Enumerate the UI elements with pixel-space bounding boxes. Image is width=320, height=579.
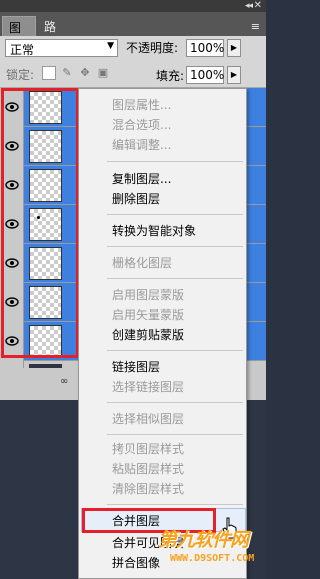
opacity-input[interactable]: 100% bbox=[186, 39, 224, 57]
move-icon[interactable]: ✥ bbox=[78, 66, 92, 80]
link-icon[interactable]: ∞ bbox=[60, 376, 68, 387]
menu-item-edit-adjustment[interactable]: 编辑调整... bbox=[112, 135, 171, 155]
lock-transparency-icon[interactable] bbox=[42, 66, 56, 80]
panel-top-strip: ◂◂ ✕ bbox=[0, 0, 266, 12]
menu-item-layer-properties[interactable]: 图层属性... bbox=[112, 95, 171, 115]
lock-label: 锁定: bbox=[6, 68, 35, 82]
tab-bar: 图层 路径 ≡ bbox=[0, 12, 266, 52]
selected-layers-highlight bbox=[1, 88, 79, 358]
watermark-text: 第九软件网 bbox=[158, 529, 249, 551]
menu-separator bbox=[107, 161, 243, 162]
menu-item-blending-options[interactable]: 混合选项... bbox=[112, 115, 171, 135]
menu-item-delete-layer[interactable]: 删除图层 bbox=[112, 189, 160, 209]
layer-controls: 正常 ▼ 不透明度: 100% ▶ 锁定: ✎ ✥ ▣ 填充: 100% ▶ bbox=[0, 36, 266, 88]
watermark-url: WWW.D9SOFT.COM bbox=[170, 553, 255, 564]
fill-slider-button[interactable]: ▶ bbox=[227, 66, 241, 84]
chevron-down-icon: ▼ bbox=[107, 41, 114, 51]
menu-item-enable-layer-mask[interactable]: 启用图层蒙版 bbox=[112, 285, 184, 305]
opacity-slider-button[interactable]: ▶ bbox=[227, 39, 241, 57]
menu-item-flatten-image[interactable]: 拼合图像 bbox=[112, 553, 160, 573]
menu-item-select-similar-layers[interactable]: 选择相似图层 bbox=[112, 409, 184, 429]
opacity-label: 不透明度: bbox=[126, 41, 179, 55]
menu-lines-icon[interactable]: ≡ bbox=[251, 20, 260, 33]
close-panel-icon[interactable]: ✕ bbox=[254, 0, 262, 11]
menu-separator bbox=[107, 402, 243, 403]
blend-mode-select[interactable]: 正常 ▼ bbox=[5, 39, 118, 57]
fill-input[interactable]: 100% bbox=[186, 66, 224, 84]
menu-item-paste-layer-style[interactable]: 粘贴图层样式 bbox=[112, 459, 184, 479]
context-menu: 图层属性... 混合选项... 编辑调整... 复制图层... 删除图层 转换为… bbox=[78, 88, 247, 579]
menu-item-convert-smart-object[interactable]: 转换为智能对象 bbox=[112, 221, 196, 241]
menu-item-clear-layer-style[interactable]: 清除图层样式 bbox=[112, 479, 184, 499]
menu-separator bbox=[107, 214, 243, 215]
tab-paths[interactable]: 路径 bbox=[38, 16, 72, 51]
menu-item-duplicate-layer[interactable]: 复制图层... bbox=[112, 169, 171, 189]
menu-item-enable-vector-mask[interactable]: 启用矢量蒙版 bbox=[112, 305, 184, 325]
menu-separator bbox=[107, 434, 243, 435]
watermark-logo: 第九软件网 WWW.D9SOFT.COM bbox=[158, 525, 264, 575]
blend-mode-value: 正常 bbox=[10, 43, 35, 57]
menu-separator bbox=[107, 246, 243, 247]
menu-item-select-linked-layers[interactable]: 选择链接图层 bbox=[112, 377, 184, 397]
layers-panel: ◂◂ ✕ 图层 路径 ≡ 正常 ▼ 不透明度: 100% ▶ 锁定: ✎ ✥ ▣… bbox=[0, 0, 266, 579]
menu-separator bbox=[107, 278, 243, 279]
menu-item-link-layers[interactable]: 链接图层 bbox=[112, 357, 160, 377]
brush-icon[interactable]: ✎ bbox=[60, 66, 74, 80]
lock-icon[interactable]: ▣ bbox=[96, 66, 110, 80]
collapse-panel-icon[interactable]: ◂◂ bbox=[245, 1, 253, 11]
menu-item-create-clipping-mask[interactable]: 创建剪贴蒙版 bbox=[112, 325, 184, 345]
tab-layers[interactable]: 图层 bbox=[2, 16, 36, 52]
fill-label: 填充: bbox=[156, 69, 185, 83]
menu-separator bbox=[107, 504, 243, 505]
menu-item-rasterize-layer[interactable]: 栅格化图层 bbox=[112, 253, 172, 273]
menu-separator bbox=[107, 350, 243, 351]
menu-item-copy-layer-style[interactable]: 拷贝图层样式 bbox=[112, 439, 184, 459]
